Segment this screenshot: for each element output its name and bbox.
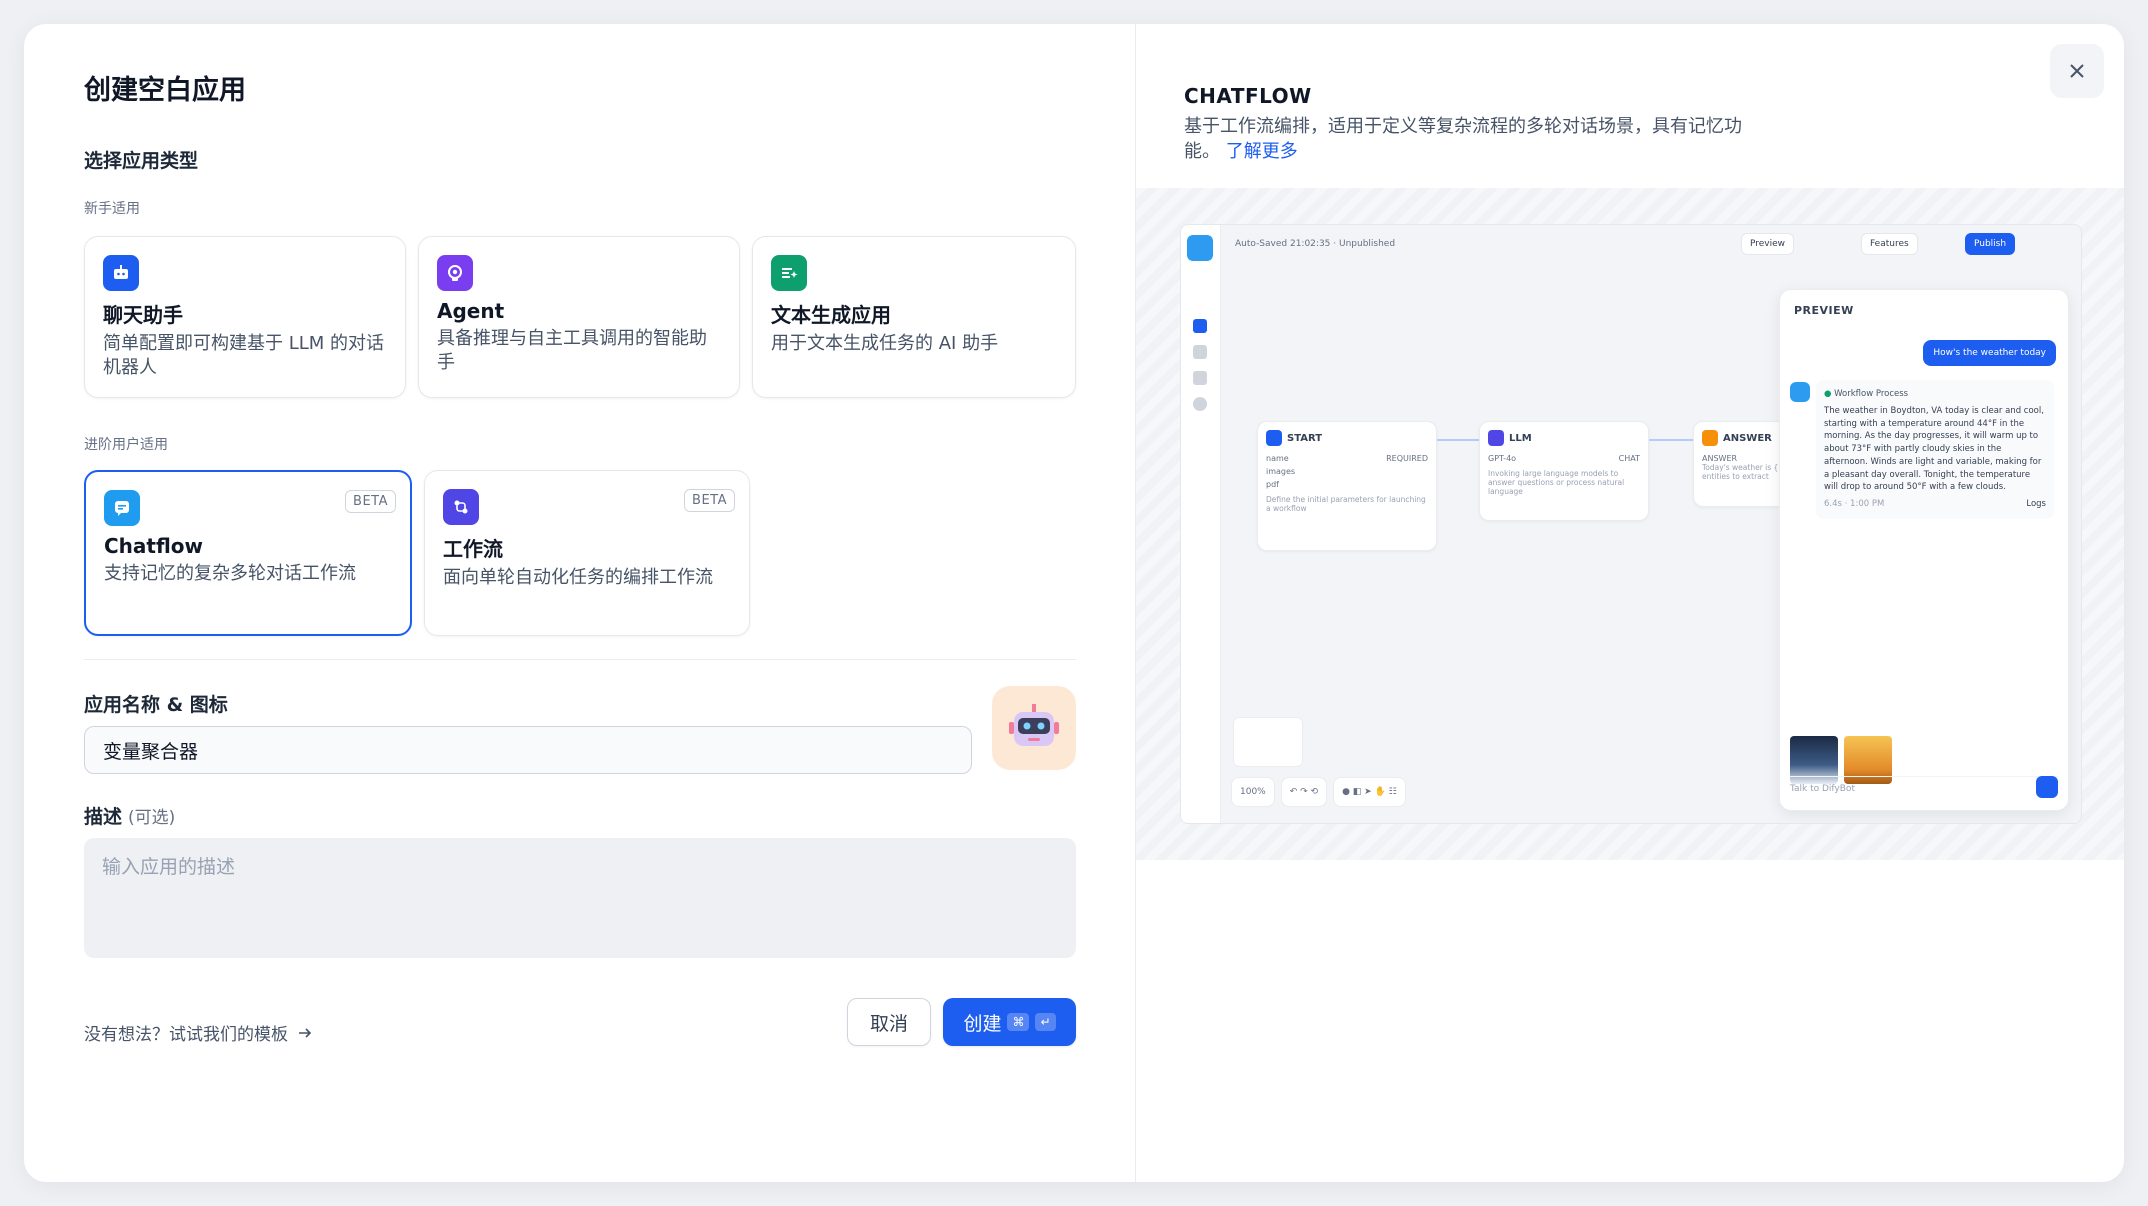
learn-more-link[interactable]: 了解更多	[1226, 141, 1298, 162]
app-type-card-chat[interactable]: 聊天助手 简单配置即可构建基于 LLM 的对话机器人	[84, 236, 406, 398]
app-type-desc: 具备推理与自主工具调用的智能助手	[437, 328, 707, 374]
app-type-desc: 支持记忆的复杂多轮对话工作流	[104, 563, 356, 584]
mock-edge	[1437, 439, 1479, 441]
create-app-dialog: 创建空白应用 选择应用类型 新手适用 聊天助手 简单配置即可构建基于 LLM 的…	[24, 24, 2124, 1182]
mock-answer: ● Workflow Process The weather in Boydto…	[1816, 380, 2054, 519]
mock-app-icon	[1187, 235, 1213, 261]
mock-preview-button: Preview	[1741, 233, 1795, 255]
app-type-card-workflow[interactable]: BETA 工作流 面向单轮自动化任务的编排工作流	[424, 470, 750, 636]
mock-bottom-toolbar: 100% ↶ ↷ ⟲ ● ◧ ➤ ✋ ☷	[1231, 777, 1406, 807]
preview-title: CHATFLOW	[1184, 84, 1312, 108]
mock-minimap	[1233, 717, 1303, 767]
create-app-form: 创建空白应用 选择应用类型 新手适用 聊天助手 简单配置即可构建基于 LLM 的…	[24, 24, 1135, 1182]
preview-description: 基于工作流编排，适用于定义等复杂流程的多轮对话场景，具有记忆功能。 了解更多	[1184, 116, 1742, 163]
arrow-right-icon	[299, 1027, 312, 1038]
beta-badge: BETA	[684, 489, 735, 512]
workflow-icon	[443, 489, 479, 525]
templates-link[interactable]: 没有想法？试试我们的模板	[84, 1020, 314, 1045]
workflow-preview-screenshot: Auto-Saved 21:02:35 · Unpublished Previe…	[1180, 224, 2082, 824]
preview-panel: CHATFLOW 基于工作流编排，适用于定义等复杂流程的多轮对话场景，具有记忆功…	[1135, 24, 2124, 1182]
app-type-card-text-generation[interactable]: 文本生成应用 用于文本生成任务的 AI 助手	[752, 236, 1076, 398]
mock-preview-chat-panel: PREVIEW How's the weather today ● Workfl…	[1779, 289, 2069, 811]
mock-node-start: START name REQUIRED images pdf Define th…	[1257, 421, 1437, 551]
mock-features-button: Features	[1861, 233, 1918, 255]
app-type-title: 文本生成应用	[771, 303, 891, 327]
app-name-value: 变量聚合器	[103, 740, 199, 763]
app-type-section-title: 选择应用类型	[84, 150, 199, 172]
app-type-title: Chatflow	[104, 534, 204, 558]
mock-send-icon	[2036, 776, 2058, 798]
mock-sidebar	[1181, 225, 1221, 823]
text-generation-icon	[771, 255, 807, 291]
preview-image-area: Auto-Saved 21:02:35 · Unpublished Previe…	[1136, 188, 2124, 860]
app-name-label: 应用名称 & 图标	[84, 694, 228, 716]
close-button[interactable]	[2050, 44, 2104, 98]
mock-nav-icon	[1193, 319, 1207, 333]
app-type-title: Agent	[437, 299, 505, 323]
mock-topbar: Auto-Saved 21:02:35 · Unpublished Previe…	[1221, 225, 2081, 265]
description-placeholder: 输入应用的描述	[102, 856, 236, 878]
shortcut-cmd-icon: ⌘	[1007, 1013, 1030, 1031]
chat-bot-icon	[103, 255, 139, 291]
app-icon-picker[interactable]	[992, 686, 1076, 770]
app-type-desc: 用于文本生成任务的 AI 助手	[771, 333, 999, 354]
app-type-card-chatflow[interactable]: BETA Chatflow 支持记忆的复杂多轮对话工作流	[84, 470, 412, 636]
app-type-card-agent[interactable]: Agent 具备推理与自主工具调用的智能助手	[418, 236, 740, 398]
description-label: 描述 (可选)	[84, 806, 176, 828]
mock-node-llm: LLM GPT-4o CHAT Invoking large language …	[1479, 421, 1649, 521]
advanced-label: 进阶用户适用	[84, 437, 168, 453]
agent-icon	[437, 255, 473, 291]
description-textarea[interactable]: 输入应用的描述	[84, 838, 1076, 958]
chatflow-icon	[104, 490, 140, 526]
dialog-title: 创建空白应用	[84, 75, 246, 106]
mock-publish-button: Publish	[1965, 233, 2016, 255]
app-type-desc: 简单配置即可构建基于 LLM 的对话机器人	[103, 333, 385, 379]
app-type-title: 工作流	[443, 537, 503, 561]
robot-avatar-icon	[1009, 704, 1059, 746]
shortcut-enter-icon: ↵	[1035, 1013, 1056, 1031]
mock-bot-avatar	[1790, 382, 1810, 402]
cancel-button[interactable]: 取消	[847, 998, 931, 1046]
divider	[84, 659, 1076, 660]
beginner-label: 新手适用	[84, 201, 140, 217]
mock-nav-icon	[1193, 397, 1207, 411]
create-button[interactable]: 创建 ⌘ ↵	[943, 998, 1076, 1046]
app-type-title: 聊天助手	[103, 303, 183, 327]
close-icon	[2070, 64, 2084, 78]
app-name-input[interactable]: 变量聚合器	[84, 726, 972, 774]
app-type-desc: 面向单轮自动化任务的编排工作流	[443, 567, 713, 588]
mock-edge	[1649, 439, 1693, 441]
mock-nav-icon	[1193, 371, 1207, 385]
mock-nav-icon	[1193, 345, 1207, 359]
beta-badge: BETA	[345, 490, 396, 513]
